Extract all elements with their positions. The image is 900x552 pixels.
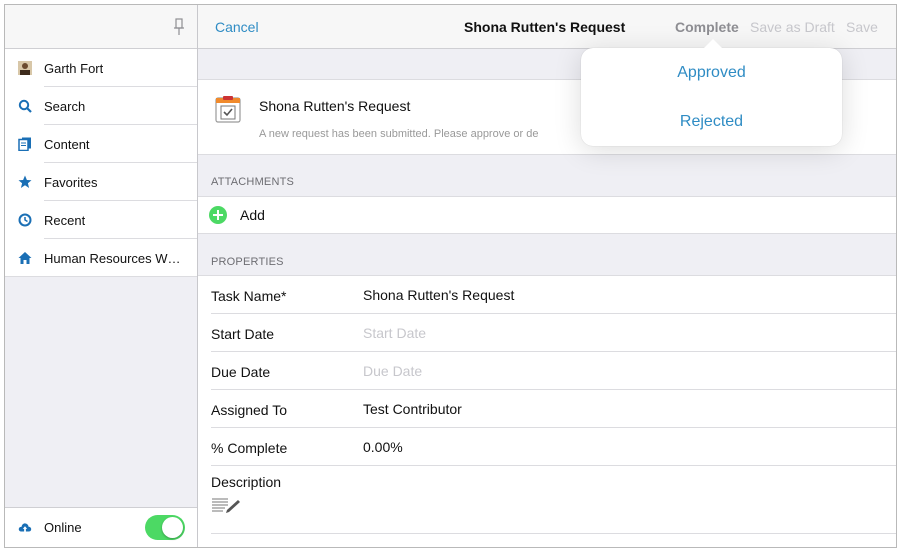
sidebar-item-recent[interactable]: Recent	[5, 201, 197, 239]
search-icon	[18, 99, 32, 113]
sidebar: Garth Fort Search Content Favorites Rece…	[5, 5, 198, 547]
online-toggle[interactable]	[145, 515, 185, 540]
app-window: Garth Fort Search Content Favorites Rece…	[4, 4, 897, 548]
field-label: % Complete	[211, 440, 288, 456]
assigned-to-value[interactable]: Test Contributor	[363, 401, 462, 417]
home-icon	[18, 251, 32, 265]
sidebar-item-site[interactable]: Human Resources W…	[5, 239, 197, 277]
due-date-placeholder[interactable]: Due Date	[363, 363, 422, 379]
sidebar-item-label: Content	[44, 136, 90, 152]
request-message: A new request has been submitted. Please…	[259, 128, 539, 140]
documents-icon	[18, 137, 32, 151]
percent-complete-value[interactable]: 0.00%	[363, 439, 403, 455]
sidebar-item-label: Favorites	[44, 174, 98, 190]
navigation-bar: Cancel Shona Rutten's Request Complete S…	[198, 5, 896, 49]
sidebar-nav: Garth Fort Search Content Favorites Rece…	[5, 49, 197, 277]
online-label: Online	[44, 520, 82, 535]
start-date-field[interactable]: Start Date Start Date	[198, 314, 896, 352]
attachments-header: ATTACHMENTS	[211, 176, 295, 188]
field-label: Due Date	[211, 364, 271, 380]
clock-icon	[18, 213, 32, 227]
sidebar-item-search[interactable]: Search	[5, 87, 197, 125]
complete-button[interactable]: Complete	[675, 19, 739, 35]
complete-options-popover: Approved Rejected	[581, 39, 842, 146]
edit-text-icon[interactable]	[212, 497, 242, 515]
save-button[interactable]: Save	[846, 19, 878, 35]
properties-list: Task Name* Shona Rutten's Request Start …	[198, 275, 896, 547]
partial-row	[198, 534, 896, 547]
add-circle-icon	[209, 206, 227, 224]
task-checklist-icon	[215, 96, 241, 123]
toggle-knob	[162, 517, 183, 538]
user-avatar-icon	[18, 61, 32, 75]
sidebar-item-content[interactable]: Content	[5, 125, 197, 163]
online-status-bar: Online	[5, 507, 197, 547]
cancel-button[interactable]: Cancel	[215, 19, 259, 35]
percent-complete-field[interactable]: % Complete 0.00%	[198, 428, 896, 466]
popover-arrow	[703, 39, 723, 49]
field-label: Assigned To	[211, 402, 288, 418]
sidebar-item-label: Search	[44, 98, 86, 114]
sidebar-item-favorites[interactable]: Favorites	[5, 163, 197, 201]
request-title: Shona Rutten's Request	[259, 98, 411, 114]
rejected-option[interactable]: Rejected	[581, 97, 842, 146]
pin-icon[interactable]	[173, 18, 185, 36]
sidebar-header	[5, 5, 197, 49]
page-title: Shona Rutten's Request	[464, 19, 626, 35]
task-name-value[interactable]: Shona Rutten's Request	[363, 287, 514, 303]
approved-option[interactable]: Approved	[581, 48, 842, 97]
sidebar-item-label: Recent	[44, 212, 86, 228]
star-icon	[18, 175, 32, 189]
properties-header: PROPERTIES	[211, 256, 284, 268]
assigned-to-field[interactable]: Assigned To Test Contributor	[198, 390, 896, 428]
sidebar-item-label: Human Resources W…	[44, 250, 181, 266]
sidebar-item-user[interactable]: Garth Fort	[5, 49, 197, 87]
add-attachment-button[interactable]: Add	[198, 196, 896, 234]
start-date-placeholder[interactable]: Start Date	[363, 325, 426, 341]
sidebar-item-label: Garth Fort	[44, 60, 104, 76]
field-label: Task Name*	[211, 288, 287, 304]
add-label: Add	[240, 207, 265, 223]
save-as-draft-button[interactable]: Save as Draft	[750, 19, 835, 35]
description-field[interactable]: Description	[198, 466, 896, 534]
due-date-field[interactable]: Due Date Due Date	[198, 352, 896, 390]
description-label: Description	[211, 474, 282, 490]
field-label: Start Date	[211, 326, 275, 342]
task-name-field[interactable]: Task Name* Shona Rutten's Request	[198, 276, 896, 314]
cloud-upload-icon	[18, 521, 32, 535]
